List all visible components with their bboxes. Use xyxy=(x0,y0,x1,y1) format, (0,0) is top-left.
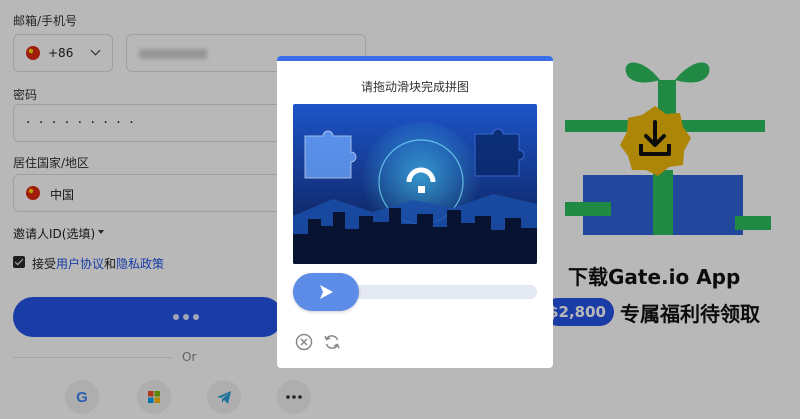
captcha-modal: 请拖动滑块完成拼图 xyxy=(277,56,553,368)
registration-page: 邮箱/手机号 +86 密码 · · · · · · · · · 居住国家/地区 … xyxy=(0,0,800,419)
modal-top-bar xyxy=(277,56,553,61)
refresh-captcha-icon[interactable] xyxy=(323,333,341,351)
captcha-puzzle-image xyxy=(293,104,537,264)
arrow-right-icon xyxy=(320,285,333,299)
close-captcha-icon[interactable] xyxy=(295,333,313,351)
captcha-title: 请拖动滑块完成拼图 xyxy=(360,80,469,94)
slider-handle[interactable] xyxy=(293,273,359,311)
